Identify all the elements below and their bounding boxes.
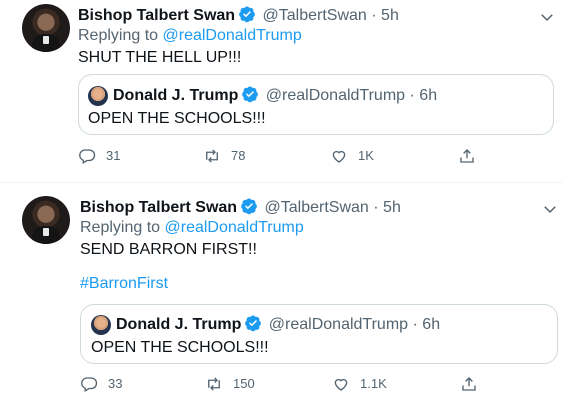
author-handle[interactable]: @TalbertSwan [263,7,367,24]
replying-to-prefix: Replying to [80,219,161,236]
tweet-divider [0,182,562,183]
author-name[interactable]: Bishop Talbert Swan [80,199,237,216]
replying-to-handle[interactable]: @realDonaldTrump [163,27,302,44]
author-avatar[interactable] [22,196,70,244]
like-count: 1.1K [360,376,387,391]
dot-separator: · [409,87,415,104]
retweet-button[interactable]: 78 [203,146,245,166]
quoted-tweet[interactable]: Donald J. Trump @realDonaldTrump · 6h OP… [80,304,558,364]
share-icon [460,149,474,163]
author-handle[interactable]: @TalbertSwan [265,199,369,216]
quoted-tweet-time: 6h [422,316,441,333]
replying-to-handle[interactable]: @realDonaldTrump [165,219,304,236]
quoted-tweet-header: Donald J. Trump @realDonaldTrump · 6h [116,314,440,335]
quoted-author-name: Donald J. Trump [116,316,242,333]
like-button[interactable]: 1K [330,146,374,166]
verified-badge-icon [239,6,255,23]
retweet-button[interactable]: 150 [205,374,255,394]
chevron-down-icon[interactable] [541,200,559,218]
retweet-count: 78 [231,148,246,163]
dot-separator: · [373,199,379,216]
quoted-tweet-time: 6h [419,87,438,104]
tweet-time[interactable]: 5h [383,199,401,216]
author-avatar[interactable] [22,4,70,52]
like-button[interactable]: 1.1K [332,374,387,394]
quoted-author-handle: @realDonaldTrump [265,87,406,104]
replying-to-line: Replying to @realDonaldTrump [80,218,304,238]
quoted-tweet-text: OPEN THE SCHOOLS!!! [88,110,266,127]
author-name[interactable]: Bishop Talbert Swan [78,7,235,24]
verified-badge-icon [241,198,257,215]
tweet-1[interactable]: Bishop Talbert Swan @TalbertSwan · 5h Re… [0,0,562,180]
share-button[interactable] [458,146,476,166]
tweet-text: SHUT THE HELL UP!!! [78,49,242,66]
reply-button[interactable]: 31 [78,146,120,166]
quoted-tweet[interactable]: Donald J. Trump @realDonaldTrump · 6h OP… [78,74,554,135]
quoted-author-handle: @realDonaldTrump [268,316,409,333]
chevron-down-icon[interactable] [538,8,556,26]
quoted-tweet-header: Donald J. Trump @realDonaldTrump · 6h [113,85,437,106]
tweet-header: Bishop Talbert Swan @TalbertSwan · 5h [78,5,399,26]
dot-separator: · [412,316,418,333]
retweet-count: 150 [233,376,255,391]
reply-count: 33 [108,376,123,391]
verified-badge-icon [245,315,262,332]
quoted-author-avatar [91,315,111,335]
like-icon [334,378,348,391]
quoted-author-name: Donald J. Trump [113,87,239,104]
tweet-actions: 31 78 1K [78,146,498,166]
share-icon [462,377,476,391]
tweet-actions: 33 150 1.1K [80,374,500,394]
dot-separator: · [371,7,377,24]
share-button[interactable] [460,374,478,394]
replying-to-line: Replying to @realDonaldTrump [78,26,302,46]
tweet-2[interactable]: Bishop Talbert Swan @TalbertSwan · 5h Re… [0,190,562,410]
tweet-header: Bishop Talbert Swan @TalbertSwan · 5h [80,197,401,218]
retweet-icon [208,377,220,391]
hashtag-link[interactable]: #BarronFirst [80,274,168,294]
like-icon [332,150,346,163]
retweet-icon [206,149,218,163]
like-count: 1K [358,148,374,163]
quoted-author-avatar [88,86,108,106]
reply-button[interactable]: 33 [80,374,122,394]
quoted-tweet-text: OPEN THE SCHOOLS!!! [91,339,269,356]
tweet-text: SEND BARRON FIRST!! [80,241,257,258]
tweet-time[interactable]: 5h [381,7,399,24]
reply-icon [79,149,96,164]
verified-badge-icon [242,86,259,103]
reply-icon [81,377,98,392]
replying-to-prefix: Replying to [78,27,159,44]
reply-count: 31 [106,148,121,163]
